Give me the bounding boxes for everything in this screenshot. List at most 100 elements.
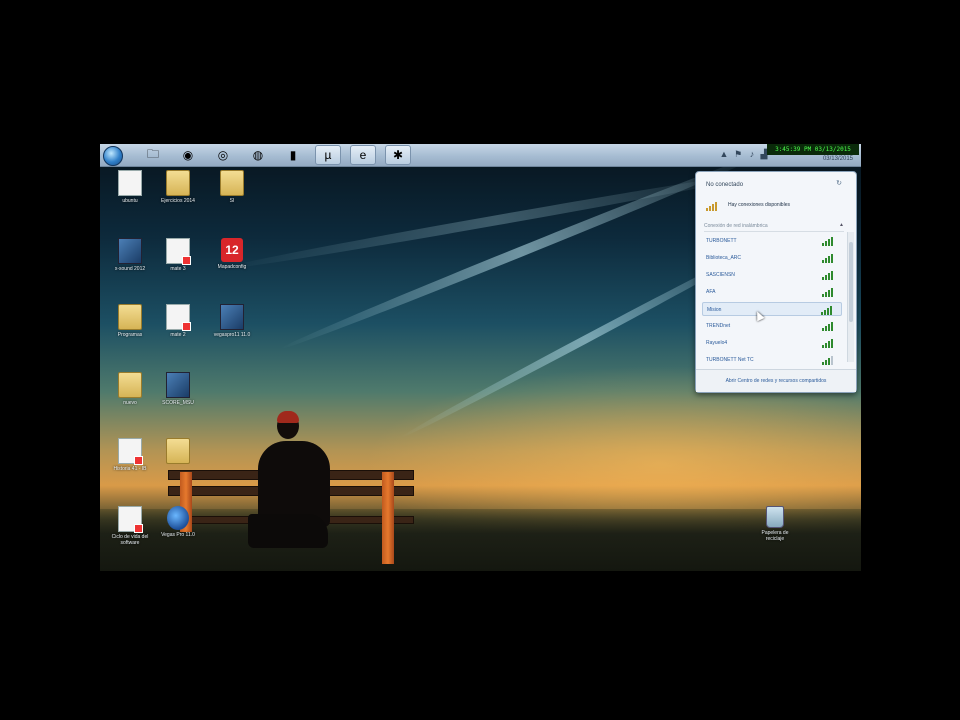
folder-icon [166, 170, 190, 196]
collapse-caret-icon[interactable]: ▲ [839, 222, 844, 228]
footer: Abrir Centro de redes y recursos compart… [696, 369, 856, 392]
document-icon [166, 304, 191, 331]
clock-overlay[interactable]: 3:45:39 PM 03/13/2015 [767, 144, 859, 155]
desktop-icon-label: Mapadconfig [217, 264, 247, 270]
document-icon [118, 438, 143, 465]
desktop-icon-label: Programas [117, 332, 143, 338]
taskbar-eye-app-icon[interactable]: ◎ [210, 145, 236, 165]
desktop-icon-label: mate 2 [170, 332, 186, 338]
man-red-cap [277, 411, 299, 423]
signal-strength-icon [822, 287, 836, 297]
network-item[interactable]: SASCIENSN [702, 268, 842, 282]
network-item[interactable]: TURBONETT Net TC [702, 353, 842, 367]
taskbar-ie-icon[interactable]: e [350, 145, 376, 165]
refresh-icon[interactable]: ↻ [836, 179, 842, 187]
desktop-icon[interactable]: Papelera de reciclaje [755, 506, 795, 542]
desktop-icon-label: nuevo [123, 400, 137, 406]
desktop-icon[interactable]: Vegas Pro 11.0 [158, 506, 198, 538]
taskbar-network-app-icon[interactable]: ◍ [245, 145, 271, 165]
taskbar-chrome-icon[interactable]: ◉ [175, 145, 201, 165]
desktop-icon[interactable]: Programas [110, 304, 150, 338]
scrollbar[interactable] [847, 232, 854, 362]
network-item[interactable]: TURBONETT [702, 234, 842, 248]
scrollbar-thumb[interactable] [849, 242, 853, 322]
tray-flag-icon[interactable]: ⚑ [733, 149, 743, 159]
sky-streak [278, 149, 765, 354]
signal-strength-icon [822, 236, 836, 246]
network-item[interactable]: Rayuelo4 [702, 336, 842, 350]
network-name: TURBONETT [706, 238, 737, 244]
signal-strength-icon [822, 321, 836, 331]
desktop-icon-label: Historia 41 - IB [113, 466, 147, 472]
tray-date[interactable]: 03/13/2015 [823, 156, 853, 162]
desktop-icon[interactable]: SI [212, 170, 252, 204]
taskbar: 🗀 ◉ ◎ ◍ ▮ µ e ✱ ▲ ⚑ ♪ ▟ 3:45:39 PM 03/13/2015 0… [100, 144, 861, 167]
network-name: SASCIENSN [706, 272, 735, 278]
tray-volume-icon[interactable]: ♪ [747, 149, 757, 159]
desktop-icon-label: SI [229, 198, 235, 204]
signal-icon [706, 201, 720, 211]
bench-leg [382, 472, 394, 564]
network-item[interactable]: Mision [702, 302, 842, 316]
network-item[interactable]: TRENDnet [702, 319, 842, 333]
taskbar-book-app-icon[interactable]: ▮ [280, 145, 306, 165]
desktop-icon-label: x-sound 2012 [114, 266, 146, 272]
recycle-bin-icon [766, 506, 784, 528]
desktop-icon-label: Ejercicios 2014 [161, 198, 195, 204]
folder-icon [118, 304, 142, 330]
network-name: TRENDnet [706, 323, 731, 329]
folder-icon [166, 438, 190, 464]
shortcut-badge-icon [134, 524, 143, 533]
tray-arrow-icon[interactable]: ▲ [719, 149, 729, 159]
desktop-icon[interactable]: vegaspro11 11.0 [212, 304, 252, 338]
taskbar-utorrent-icon[interactable]: µ [315, 145, 341, 165]
document-icon [166, 238, 191, 265]
wireless-section-header: Conexión de red inalámbrica [704, 223, 844, 232]
desktop-icon[interactable]: Historia 41 - IB [110, 438, 150, 472]
start-orb-icon[interactable] [103, 146, 123, 166]
desktop-icon-label: Papelera de reciclaje [761, 530, 789, 542]
desktop-icon[interactable]: 12 Mapadconfig [212, 238, 252, 270]
wifi-popup: No conectado ↻ Hay conexiones disponible… [695, 171, 857, 393]
signal-strength-icon [822, 253, 836, 263]
desktop-icon[interactable]: mate 2 [158, 304, 198, 338]
taskbar-gear-app-icon[interactable]: ✱ [385, 145, 411, 165]
signal-strength-icon [821, 305, 835, 315]
application-icon [220, 304, 244, 330]
taskbar-windows-explorer-icon[interactable]: 🗀 [140, 145, 166, 165]
wifi-status: No conectado [706, 182, 744, 188]
network-name: AFA [706, 289, 716, 295]
desktop-icon-label: ubuntu [122, 198, 138, 204]
network-name: Rayuelo4 [706, 340, 728, 346]
desktop-icon-label: vegaspro11 11.0 [213, 332, 251, 338]
desktop-icon[interactable]: SCORE_MSU [158, 372, 198, 406]
system-tray: ▲ ⚑ ♪ ▟ 3:45:39 PM 03/13/2015 03/13/2015 [711, 144, 861, 166]
desktop-icon-label: mate 3 [170, 266, 186, 272]
desktop-icon[interactable]: Ejercicios 2014 [158, 170, 198, 204]
signal-strength-icon [822, 355, 836, 365]
desktop-icon[interactable]: x-sound 2012 [110, 238, 150, 272]
open-network-center-link[interactable]: Abrir Centro de redes y recursos compart… [726, 378, 827, 384]
red-12-icon: 12 [221, 238, 243, 262]
network-name: TURBONETT Net TC [706, 357, 754, 363]
application-icon [166, 372, 190, 398]
signal-strength-icon [822, 338, 836, 348]
desktop-icon-label: SCORE_MSU [162, 400, 194, 406]
document-icon [118, 506, 143, 533]
available-connections-label: Hay conexiones disponibles [728, 202, 790, 208]
document-icon [118, 170, 142, 196]
signal-strength-icon [822, 270, 836, 280]
desktop-icon[interactable] [158, 438, 198, 466]
network-name: Mision [707, 307, 722, 313]
desktop-icon[interactable]: Ciclo de vida del software [110, 506, 150, 546]
desktop-screen: ubuntu Ejercicios 2014 SI x-sound 2012 mate … [100, 144, 861, 571]
shortcut-badge-icon [182, 256, 191, 265]
desktop-icon[interactable]: mate 3 [158, 238, 198, 272]
network-name: Biblioteca_ARC [706, 255, 742, 261]
man-legs [248, 514, 328, 548]
network-item[interactable]: AFA [702, 285, 842, 299]
desktop-icon[interactable]: nuevo [110, 372, 150, 406]
shortcut-badge-icon [182, 322, 191, 331]
network-item[interactable]: Biblioteca_ARC [702, 251, 842, 265]
desktop-icon[interactable]: ubuntu [110, 170, 150, 204]
